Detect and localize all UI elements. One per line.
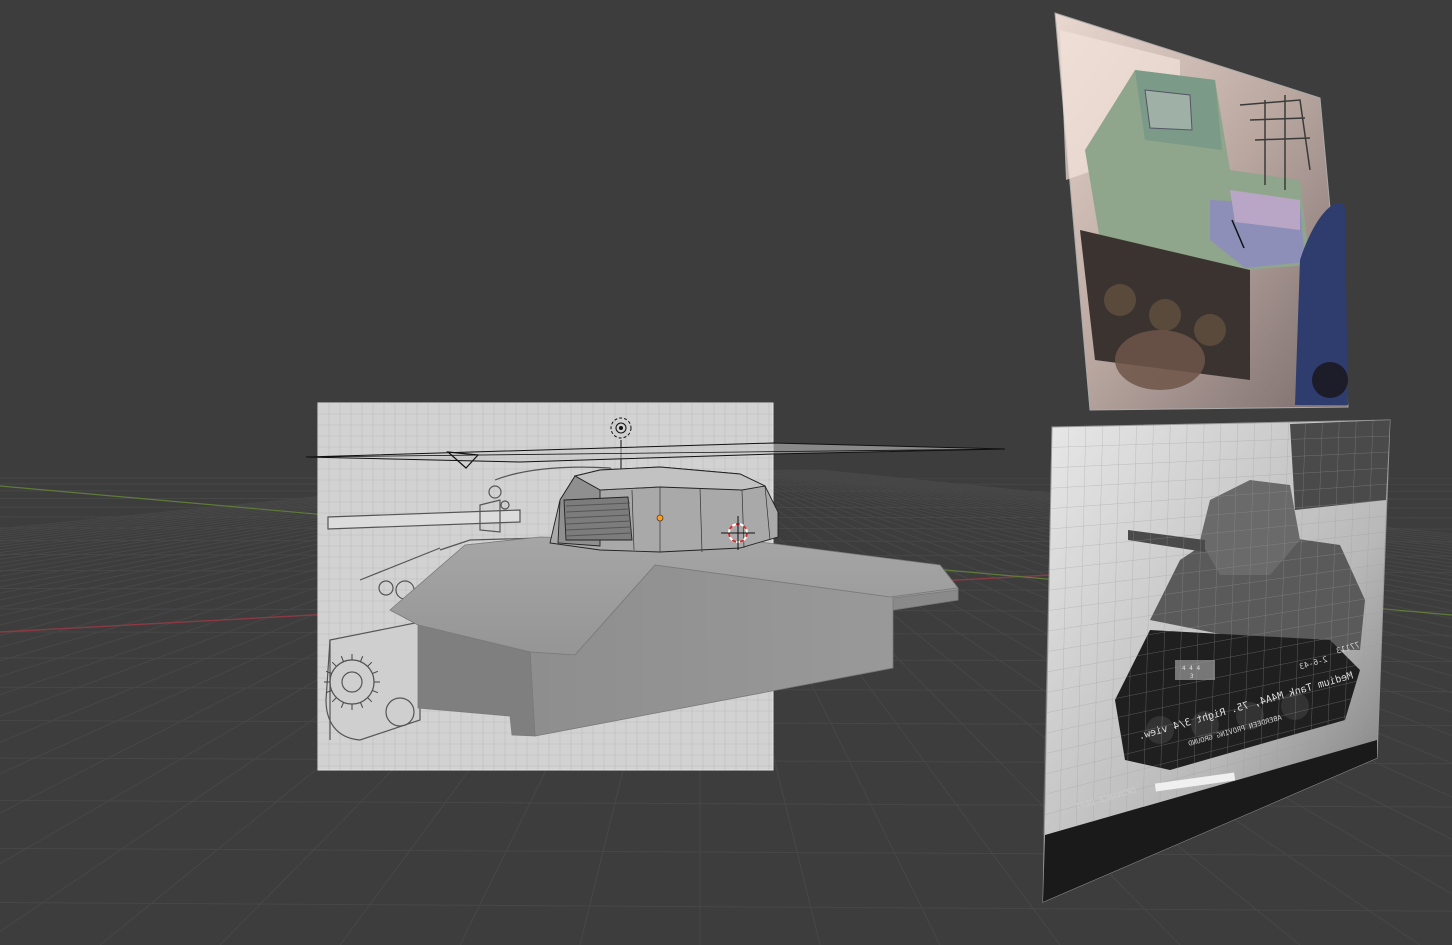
- color-photo-plane[interactable]: [1054, 12, 1349, 411]
- hull-code-label: 4 4 4: [1182, 665, 1200, 672]
- origin-point: [656, 514, 664, 522]
- 3d-viewport[interactable]: 4 4 4 3 Medium Tank M4A4, 75. Right 3/4 …: [0, 0, 1452, 945]
- bw-photo-plane[interactable]: 4 4 4 3 Medium Tank M4A4, 75. Right 3/4 …: [1042, 419, 1391, 903]
- hull-mesh[interactable]: [389, 536, 959, 737]
- turret-number-label: 3: [1190, 673, 1194, 680]
